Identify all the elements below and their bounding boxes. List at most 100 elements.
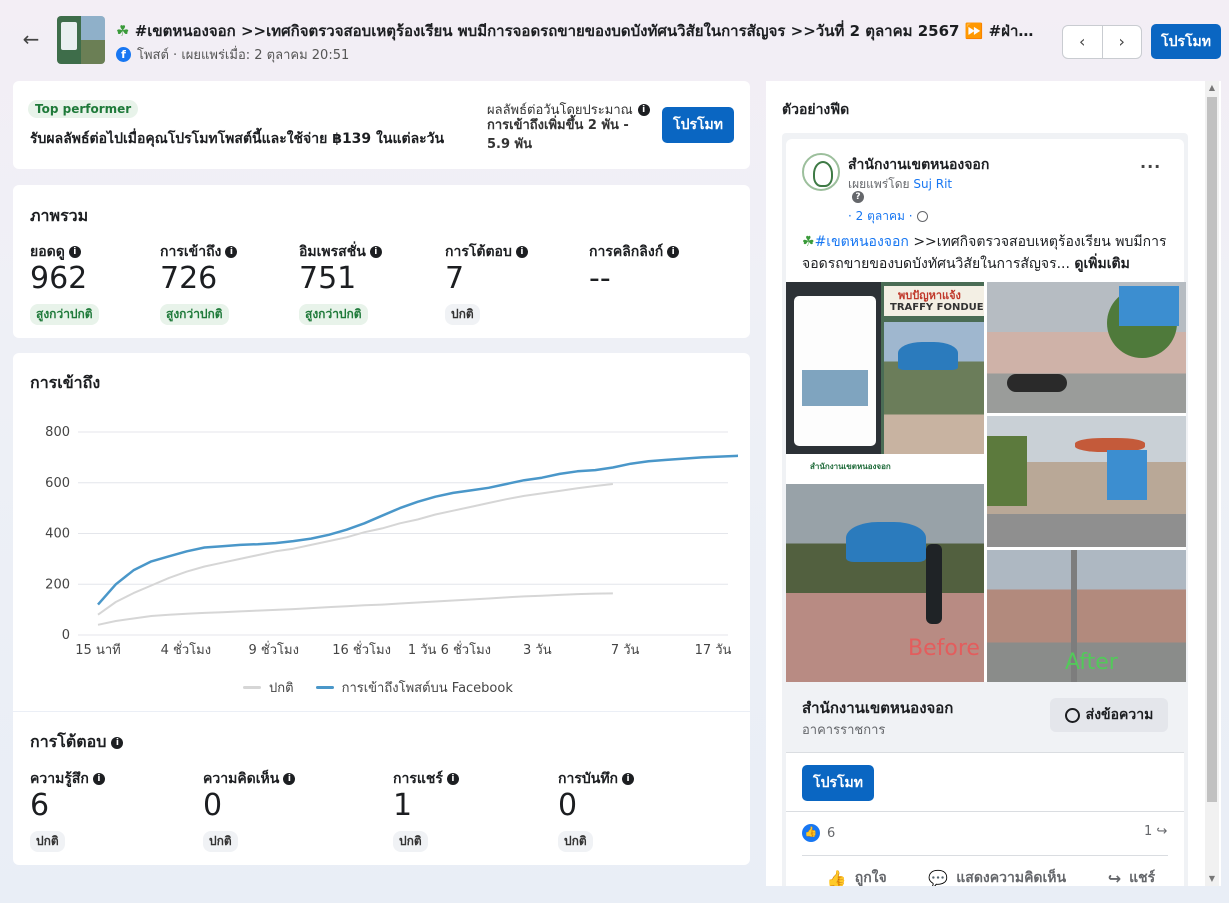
footer-page-name[interactable]: สำนักงานเขตหนองจอก xyxy=(802,696,953,720)
info-icon[interactable]: i xyxy=(92,773,105,785)
info-icon[interactable]: i xyxy=(667,246,680,258)
reach-title: การเข้าถึง xyxy=(30,373,101,392)
metric-impressions-label: อิมเพรสชั่น i xyxy=(299,241,382,263)
next-post-button[interactable]: › xyxy=(1103,26,1142,58)
share-summary[interactable]: 1 ↪ xyxy=(1144,824,1167,839)
feed-scrollbar[interactable]: ▲ ▼ xyxy=(1205,81,1219,886)
post-promote-button[interactable]: โปรโมท xyxy=(802,765,874,801)
likes-count: 6 xyxy=(827,825,836,841)
legend-item-normal[interactable]: ปกติ xyxy=(243,677,294,698)
legend-label-normal: ปกติ xyxy=(269,681,294,696)
see-more-link[interactable]: ดูเพิ่มเติม xyxy=(1074,256,1129,272)
page-avatar[interactable] xyxy=(802,153,840,191)
page-name[interactable]: สำนักงานเขตหนองจอก xyxy=(848,154,989,176)
divider xyxy=(786,752,1184,753)
metric-shares-value: 1 xyxy=(393,788,413,823)
feed-preview-panel: ตัวอย่างฟีด สำนักงานเขตหนองจอก เผยแพร่โด… xyxy=(766,81,1221,886)
post-image-1[interactable]: พบปัญหาแจ้ง TRAFFY FONDUE สำนักงานเขตหนอ… xyxy=(786,282,984,481)
footer-page-category: อาคารราชการ xyxy=(802,723,886,738)
reaction-summary[interactable]: 👍 6 xyxy=(802,824,835,842)
metric-views-value: 962 xyxy=(30,261,88,296)
post-text: ☘#เขตหนองจอก >>เทศกิจตรวจสอบเหตุร้องเรีย… xyxy=(802,231,1172,275)
info-icon[interactable]: i xyxy=(283,773,296,785)
legend-item-facebook-reach[interactable]: การเข้าถึงโพสต์บน Facebook xyxy=(315,677,513,698)
post-image-grid[interactable]: พบปัญหาแจ้ง TRAFFY FONDUE สำนักงานเขตหนอ… xyxy=(786,282,1186,682)
info-icon[interactable]: i xyxy=(515,246,528,258)
metric-views-label: ยอดดู i xyxy=(30,241,81,263)
comment-label: แสดงความคิดเห็น xyxy=(956,870,1067,886)
legend-label-facebook-reach: การเข้าถึงโพสต์บน Facebook xyxy=(341,681,513,696)
overview-title: ภาพรวม xyxy=(30,206,89,225)
y-tick-label: 600 xyxy=(45,476,70,491)
preview-post: สำนักงานเขตหนองจอก เผยแพร่โดย Suj Rit ? … xyxy=(786,139,1186,887)
info-icon[interactable]: i xyxy=(637,103,650,116)
header-promote-button[interactable]: โปรโมท xyxy=(1151,24,1221,59)
metric-reactions-label-text: ความรู้สึก xyxy=(30,771,89,787)
metric-reach-badge: สูงกว่าปกติ xyxy=(160,304,229,325)
comment-icon: 💬 xyxy=(928,868,949,887)
send-message-button[interactable]: ส่งข้อความ xyxy=(1050,698,1168,732)
comment-button[interactable]: 💬 แสดงความคิดเห็น xyxy=(928,867,1067,887)
chart-legend: ปกติ การเข้าถึงโพสต์บน Facebook xyxy=(243,677,513,698)
post-image-4[interactable]: Before xyxy=(786,484,984,682)
question-icon[interactable]: ? xyxy=(852,191,864,203)
like-reaction-icon: 👍 xyxy=(802,824,820,842)
post-title: ☘ #เขตหนองจอก >>เทศกิจตรวจสอบเหตุร้องเรี… xyxy=(116,19,1048,43)
post-thumbnail xyxy=(57,16,105,64)
divider xyxy=(802,855,1168,856)
top-performer-badge: Top performer xyxy=(28,100,139,118)
metric-impressions-value: 751 xyxy=(299,261,357,296)
more-options-icon[interactable]: ··· xyxy=(1140,157,1161,176)
series-line-facebook-reach xyxy=(97,454,738,606)
engagement-card xyxy=(13,712,750,865)
x-tick-label: 9 ชั่วโมง xyxy=(248,641,298,658)
like-button[interactable]: 👍 ถูกใจ xyxy=(827,867,887,887)
info-icon[interactable]: i xyxy=(622,773,635,785)
metric-comments-value: 0 xyxy=(203,788,223,823)
y-tick-label: 800 xyxy=(45,425,70,440)
share-icon: ↪ xyxy=(1107,868,1122,887)
scrollbar-thumb[interactable] xyxy=(1207,97,1217,802)
share-label: แชร์ xyxy=(1129,870,1156,886)
info-icon[interactable]: i xyxy=(225,246,238,258)
info-icon[interactable]: i xyxy=(111,736,124,749)
scroll-down-arrow-icon[interactable]: ▼ xyxy=(1205,872,1219,886)
top-performer-message: รับผลลัพธ์ต่อไปเมื่อคุณโปรโมทโพสต์นี้และ… xyxy=(30,131,445,147)
like-label: ถูกใจ xyxy=(854,870,887,886)
metric-reach-value: 726 xyxy=(160,261,218,296)
info-icon[interactable]: i xyxy=(446,773,459,785)
engagement-title-text: การโต้ตอบ xyxy=(30,732,107,751)
post-image-2[interactable] xyxy=(987,282,1186,413)
post-image-5[interactable]: After xyxy=(987,550,1186,682)
metric-comments-badge: ปกติ xyxy=(203,831,238,852)
legend-swatch-normal xyxy=(243,686,261,689)
published-by-user-link[interactable]: Suj Rit xyxy=(913,177,952,191)
metric-comments-label-text: ความคิดเห็น xyxy=(203,771,280,787)
post-meta: f โพสต์ · เผยแพร่เมื่อ: 2 ตุลาคม 20:51 xyxy=(116,44,349,65)
divider xyxy=(786,811,1184,812)
metric-shares-badge: ปกติ xyxy=(393,831,428,852)
image-footer-text: สำนักงานเขตหนองจอก xyxy=(810,462,891,471)
page-header: ← ☘ #เขตหนองจอก >>เทศกิจตรวจสอบเหตุร้องเ… xyxy=(0,0,1229,80)
previous-post-button[interactable]: ‹ xyxy=(1063,26,1103,58)
feed-preview-title: ตัวอย่างฟีด xyxy=(782,102,850,118)
metric-views-label-text: ยอดดู xyxy=(30,244,65,260)
share-button[interactable]: ↪ แชร์ xyxy=(1107,867,1156,887)
top-performer-promote-button[interactable]: โปรโมท xyxy=(662,107,734,143)
estimate-value: การเข้าถึงเพิ่มขึ้น 2 พัน - 5.9 พัน xyxy=(487,118,629,152)
y-tick-label: 0 xyxy=(62,628,70,643)
metric-engagement-badge: ปกติ xyxy=(445,304,480,325)
metric-link-clicks-value: -- xyxy=(589,261,611,296)
info-icon[interactable]: i xyxy=(369,246,382,258)
post-date-text[interactable]: · 2 ตุลาคม · xyxy=(848,207,913,226)
post-navigation: ‹ › xyxy=(1062,25,1142,59)
metric-views-badge: สูงกว่าปกติ xyxy=(30,304,99,325)
hashtag-link[interactable]: #เขตหนองจอก xyxy=(815,234,909,250)
series-line-normal xyxy=(97,592,613,626)
back-arrow-icon[interactable]: ← xyxy=(20,28,42,50)
post-image-3[interactable] xyxy=(987,416,1186,547)
info-icon[interactable]: i xyxy=(68,246,81,258)
globe-icon xyxy=(916,211,928,222)
x-tick-label: 16 ชั่วโมง xyxy=(332,641,391,658)
scroll-up-arrow-icon[interactable]: ▲ xyxy=(1205,81,1219,95)
